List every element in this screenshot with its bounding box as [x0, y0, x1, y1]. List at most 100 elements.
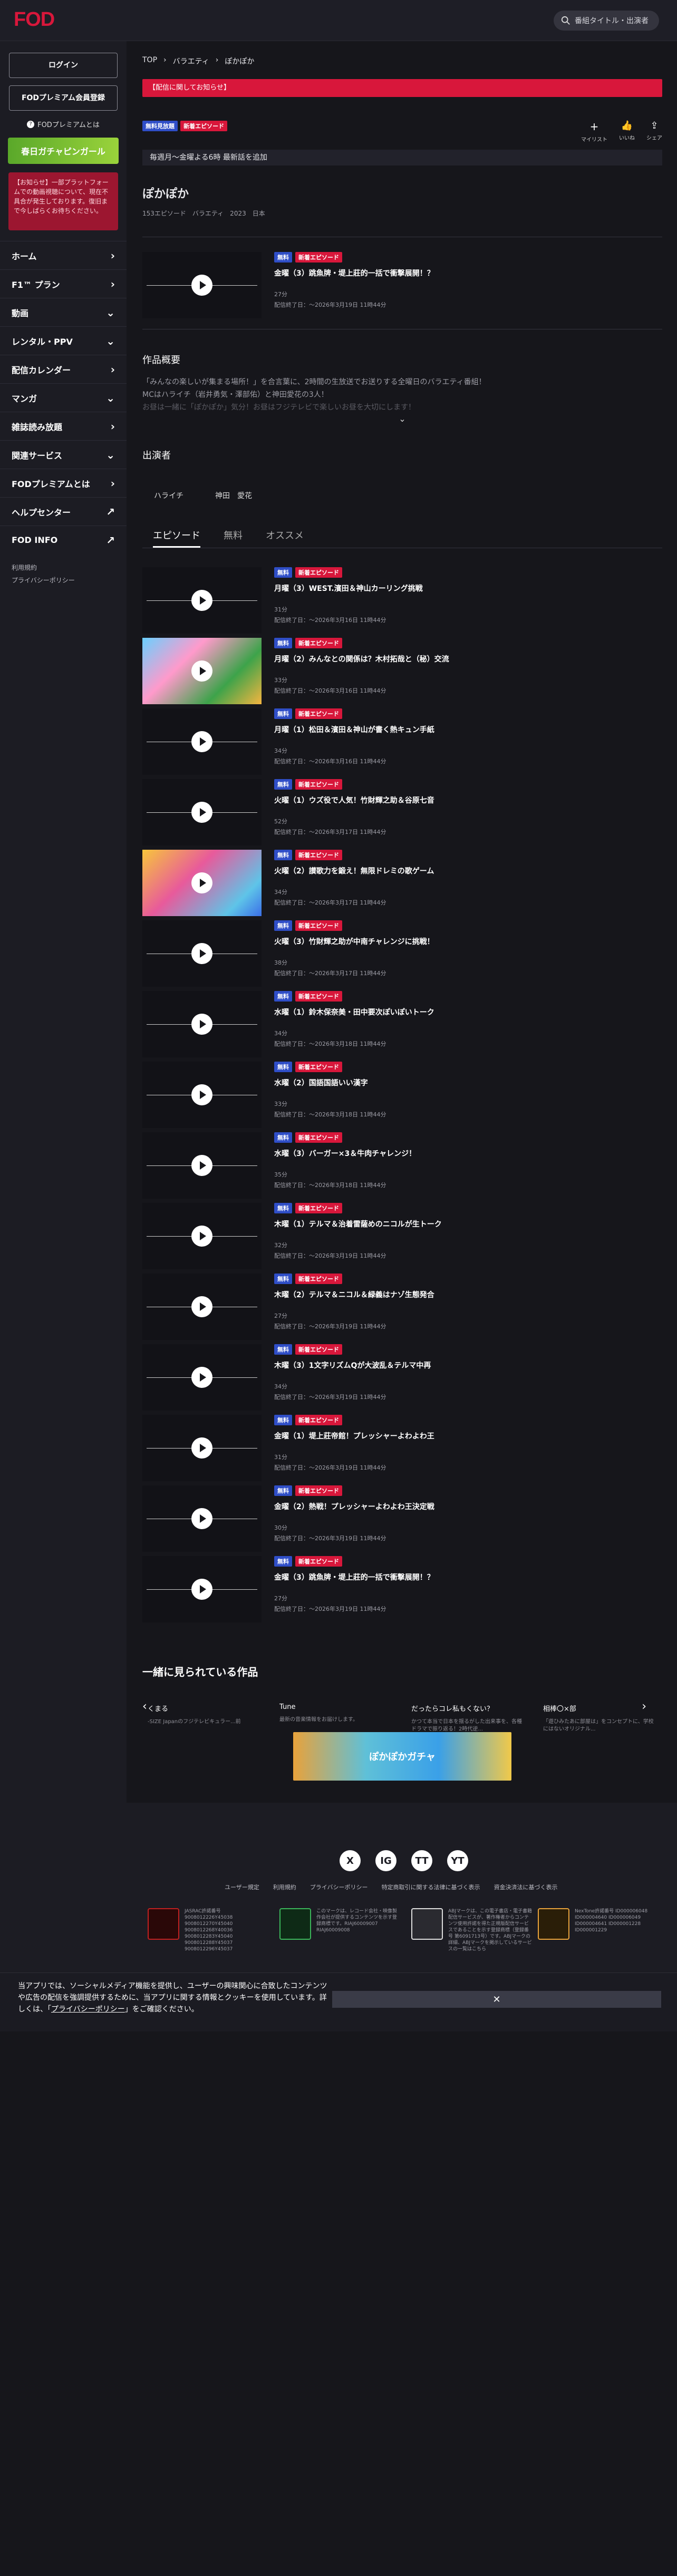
- footer-link[interactable]: 特定商取引に関する法律に基づく表示: [382, 1883, 480, 1891]
- sidebar-item[interactable]: FOD INFO ↗: [0, 526, 127, 554]
- notice-bar[interactable]: 【配信に関してお知らせ】: [142, 79, 662, 97]
- x-icon[interactable]: X: [340, 1850, 361, 1871]
- cookie-close-button[interactable]: ✕: [332, 1991, 661, 2008]
- episode-title[interactable]: 月曜（1）松田＆濱田＆神山が書く熱キュン手紙: [274, 724, 434, 735]
- episode-title[interactable]: 水曜（2）国語国語いい漢字: [274, 1077, 386, 1088]
- featured-episode[interactable]: 無料 新着エピソード 金曜（3）跳魚牌・堤上莊的一括で衝撃展開！？ 27分 配信終…: [142, 252, 662, 323]
- expand-chevron-icon[interactable]: ⌄: [142, 414, 662, 424]
- episode-thumbnail[interactable]: [142, 567, 262, 634]
- play-icon[interactable]: [191, 1014, 212, 1035]
- fod-logo[interactable]: FOD: [14, 8, 55, 31]
- episode-row[interactable]: 無料 新着エピソード 月曜（2）みんなとの関係は？木村拓哉と（秘）交流 33分 配信終了…: [142, 638, 662, 708]
- recommend-item[interactable]: Tune 最新の音楽情報をお届けします。: [279, 1703, 390, 1735]
- carousel-prev-icon[interactable]: ‹: [142, 1700, 147, 1713]
- sidebar-item[interactable]: FODプレミアムとは ›: [0, 469, 127, 497]
- cookie-privacy-link[interactable]: プライバシーポリシー: [51, 2005, 125, 2014]
- episode-title[interactable]: 火曜（3）竹財輝之助が中南チャレンジに挑戦！: [274, 936, 434, 947]
- cast-member[interactable]: ハライチ: [154, 490, 183, 501]
- featured-title[interactable]: 金曜（3）跳魚牌・堤上莊的一括で衝撃展開！？: [274, 268, 434, 278]
- sidebar-item[interactable]: 配信カレンダー ›: [0, 355, 127, 383]
- episode-row[interactable]: 無料 新着エピソード 水曜（3）バーガー×3＆牛肉チャレンジ！ 35分 配信終了日：～2…: [142, 1132, 662, 1203]
- play-icon[interactable]: [191, 731, 212, 752]
- episode-row[interactable]: 無料 新着エピソード 水曜（2）国語国語いい漢字 33分 配信終了日：～2026年3月1…: [142, 1062, 662, 1132]
- episode-row[interactable]: 無料 新着エピソード 木曜（1）テルマ＆治着雷薩めのニコルが生トーク 32分 配信終了日…: [142, 1203, 662, 1274]
- episode-row[interactable]: 無料 新着エピソード 水曜（1）鈴木保奈美・田中要次ぽいぽいトーク 34分 配信終了日：…: [142, 991, 662, 1062]
- episode-row[interactable]: 無料 新着エピソード 月曜（1）松田＆濱田＆神山が書く熱キュン手紙 34分 配信終了日：…: [142, 708, 662, 779]
- episode-title[interactable]: 火曜（1）ウズ役で人気！竹財輝之助＆谷原七音: [274, 795, 434, 805]
- episode-title[interactable]: 金曜（3）跳魚牌・堤上莊的一括で衝撃展開！？: [274, 1572, 434, 1582]
- play-icon[interactable]: [191, 1155, 212, 1176]
- share-button[interactable]: ⇪ シェア: [646, 120, 662, 143]
- play-icon[interactable]: [191, 1367, 212, 1388]
- recommend-item[interactable]: くまる -SIZE Japanのフジテレビキュラー...前: [148, 1703, 258, 1735]
- episode-thumbnail[interactable]: [142, 1556, 262, 1622]
- sidebar-item[interactable]: F1™ プラン ›: [0, 269, 127, 298]
- like-button[interactable]: 👍 いいね: [619, 120, 635, 143]
- tiktok-icon[interactable]: TT: [411, 1850, 432, 1871]
- crumb-top[interactable]: TOP: [142, 56, 157, 66]
- episode-row[interactable]: 無料 新着エピソード 金曜（2）熱戦！プレッシャーよわよわ王決定戦 30分 配信終了日：…: [142, 1485, 662, 1556]
- recommend-item[interactable]: 相棒〇×部 「遊ひみたあに部屋は」をコンセプトに、学校にはないオリジナル...: [543, 1703, 654, 1735]
- episode-row[interactable]: 無料 新着エピソード 火曜（3）竹財輝之助が中南チャレンジに挑戦！ 38分 配信終了日：…: [142, 920, 662, 991]
- play-icon[interactable]: [191, 1437, 212, 1459]
- episode-thumbnail[interactable]: [142, 1485, 262, 1552]
- sidebar-item[interactable]: ヘルプセンター ↗: [0, 497, 127, 526]
- play-icon[interactable]: [191, 275, 212, 296]
- episode-thumbnail[interactable]: [142, 1203, 262, 1269]
- terms-link[interactable]: 利用規約: [12, 561, 115, 574]
- instagram-icon[interactable]: IG: [375, 1850, 396, 1871]
- episode-row[interactable]: 無料 新着エピソード 木曜（3）1文字リズムQが大波乱＆テルマ中再 34分 配信終了日：…: [142, 1344, 662, 1415]
- play-icon[interactable]: [191, 590, 212, 611]
- play-icon[interactable]: [191, 1508, 212, 1529]
- episode-title[interactable]: 木曜（3）1文字リズムQが大波乱＆テルマ中再: [274, 1360, 431, 1370]
- footer-link[interactable]: 利用規約: [273, 1883, 296, 1891]
- play-icon[interactable]: [191, 1084, 212, 1105]
- sidebar-item[interactable]: 雑誌読み放題 ›: [0, 412, 127, 440]
- play-icon[interactable]: [191, 1296, 212, 1317]
- episode-row[interactable]: 無料 新着エピソード 金曜（3）跳魚牌・堤上莊的一括で衝撃展開！？ 27分 配信終了日：…: [142, 1556, 662, 1627]
- episode-row[interactable]: 無料 新着エピソード 火曜（1）ウズ役で人気！竹財輝之助＆谷原七音 52分 配信終了日：…: [142, 779, 662, 850]
- sidebar-item[interactable]: マンガ ⌄: [0, 383, 127, 412]
- tab-episodes[interactable]: エピソード: [153, 528, 200, 548]
- cast-member[interactable]: 神田 愛花: [215, 490, 252, 501]
- episode-thumbnail[interactable]: [142, 779, 262, 845]
- play-icon[interactable]: [191, 1226, 212, 1247]
- featured-thumbnail[interactable]: [142, 252, 262, 318]
- episode-row[interactable]: 無料 新着エピソード 月曜（3）WEST.濱田＆神山カーリング挑戦 31分 配信終了日：…: [142, 567, 662, 638]
- sidebar-item[interactable]: レンタル・PPV ⌄: [0, 326, 127, 355]
- play-icon[interactable]: [191, 660, 212, 682]
- login-button[interactable]: ログイン: [9, 53, 118, 78]
- sidebar-item[interactable]: ホーム ›: [0, 241, 127, 269]
- footer-link[interactable]: 資金決済法に基づく表示: [494, 1883, 558, 1891]
- tab-recommended[interactable]: オススメ: [266, 528, 304, 548]
- episode-title[interactable]: 金曜（2）熱戦！プレッシャーよわよわ王決定戦: [274, 1501, 434, 1512]
- tab-free[interactable]: 無料: [224, 528, 243, 548]
- episode-thumbnail[interactable]: [142, 991, 262, 1057]
- recommend-item[interactable]: だったらコレ私もくない？ かつて本当で日本を揺るがした出来事を、各種ドラマで振り返…: [411, 1703, 522, 1735]
- register-button[interactable]: FODプレミアム会員登録: [9, 85, 118, 111]
- footer-link[interactable]: ユーザー規定: [225, 1883, 259, 1891]
- episode-title[interactable]: 月曜（2）みんなとの関係は？木村拓哉と（秘）交流: [274, 654, 449, 664]
- episode-title[interactable]: 月曜（3）WEST.濱田＆神山カーリング挑戦: [274, 583, 423, 594]
- play-icon[interactable]: [191, 943, 212, 964]
- sidebar-alert[interactable]: 【お知らせ】一部プラットフォームでの動画視聴について、現在不具合が発生しておりま…: [8, 172, 118, 230]
- episode-thumbnail[interactable]: [142, 920, 262, 987]
- crumb-variety[interactable]: バラエティ: [173, 56, 209, 66]
- episode-thumbnail[interactable]: [142, 1415, 262, 1481]
- play-icon[interactable]: [191, 1579, 212, 1600]
- episode-title[interactable]: 水曜（1）鈴木保奈美・田中要次ぽいぽいトーク: [274, 1007, 434, 1017]
- youtube-icon[interactable]: YT: [447, 1850, 468, 1871]
- search-box[interactable]: 番組タイトル・出演者: [554, 11, 659, 31]
- play-icon[interactable]: [191, 872, 212, 893]
- episode-title[interactable]: 火曜（2）讃歌力を鍛え！無限ドレミの歌ゲーム: [274, 866, 434, 876]
- bottom-banner[interactable]: ぽかぽかガチャ: [293, 1732, 511, 1781]
- episode-thumbnail[interactable]: [142, 708, 262, 775]
- episode-thumbnail[interactable]: [142, 638, 262, 704]
- about-premium-link[interactable]: ? FODプレミアムとは: [0, 119, 127, 129]
- episode-row[interactable]: 無料 新着エピソード 金曜（1）堤上莊帝館！プレッシャーよわよわ王 31分 配信終了日：…: [142, 1415, 662, 1485]
- episode-thumbnail[interactable]: [142, 850, 262, 916]
- sidebar-item[interactable]: 関連サービス ⌄: [0, 440, 127, 469]
- play-icon[interactable]: [191, 802, 212, 823]
- episode-thumbnail[interactable]: [142, 1132, 262, 1199]
- mylist-button[interactable]: + マイリスト: [581, 120, 607, 143]
